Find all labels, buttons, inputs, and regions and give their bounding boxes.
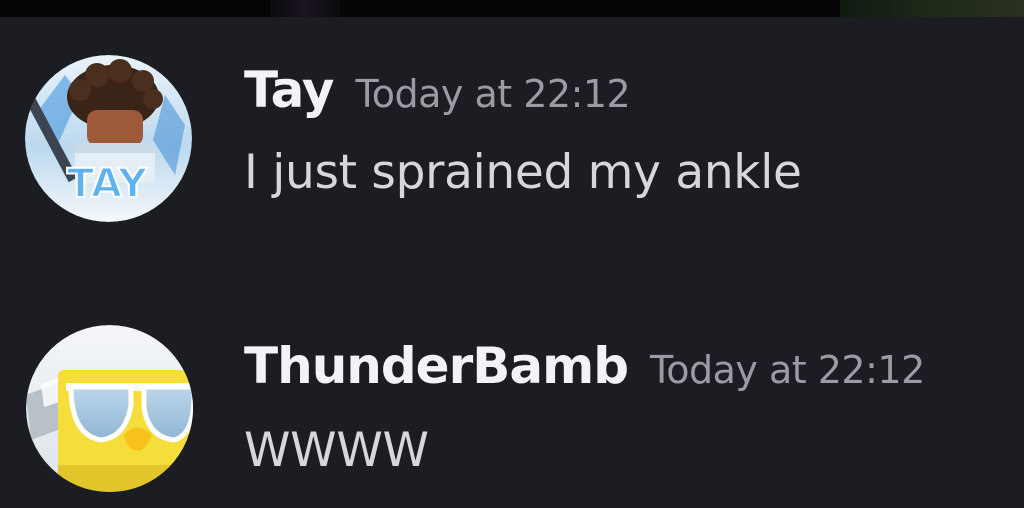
message-header: ThunderBamb Today at 22:12 [244,337,925,395]
message-content: I just sprained my ankle [244,145,802,200]
avatar-tay-lettering: TAY [67,161,148,207]
avatar-thunderbamb[interactable] [26,325,193,492]
message-content: WWWW [244,423,429,478]
top-image-strip [0,0,1024,17]
username[interactable]: ThunderBamb [244,337,629,395]
top-strip-decoration-right [840,0,1024,17]
timestamp: Today at 22:12 [355,72,631,116]
username[interactable]: Tay [244,61,334,119]
top-strip-decoration-left [270,0,340,17]
message-header: Tay Today at 22:12 [244,61,631,119]
timestamp: Today at 22:12 [650,348,925,392]
avatar-tay-image: TAY [25,55,192,222]
chat-message-list: TAY Tay Today at 22:12 I just sprained my… [0,17,1024,508]
avatar-thunderbamb-image [26,325,193,492]
avatar-tay[interactable]: TAY [25,55,192,222]
